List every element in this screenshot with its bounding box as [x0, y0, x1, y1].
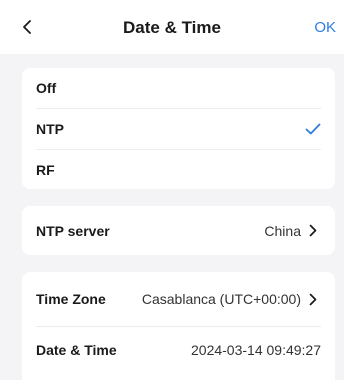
- date-time-settings-screen: Date & Time OK Off NTP RF NTP server Chi…: [0, 0, 344, 380]
- mode-option-label: Off: [36, 80, 57, 96]
- time-zone-value: Casablanca (UTC+00:00): [141, 291, 301, 307]
- ok-button[interactable]: OK: [314, 19, 336, 36]
- mode-option-off[interactable]: Off: [22, 68, 335, 108]
- back-button[interactable]: [14, 14, 40, 40]
- checkmark-icon: [303, 122, 321, 136]
- chevron-right-icon: [309, 224, 321, 238]
- ntp-server-value: China: [264, 222, 301, 239]
- mode-option-rf[interactable]: RF: [22, 150, 335, 189]
- chevron-right-icon: [309, 292, 321, 306]
- date-time-value: 2024-03-14 09:49:27: [191, 342, 321, 358]
- mode-option-ntp[interactable]: NTP: [22, 109, 335, 149]
- page-title: Date & Time: [123, 18, 221, 37]
- date-time-label: Date & Time: [36, 342, 117, 358]
- mode-option-label: RF: [36, 161, 55, 178]
- mode-option-label: NTP: [36, 121, 64, 137]
- time-zone-card: Time Zone Casablanca (UTC+00:00) Date & …: [22, 272, 335, 380]
- time-zone-row[interactable]: Time Zone Casablanca (UTC+00:00): [22, 272, 335, 326]
- time-zone-label: Time Zone: [36, 291, 106, 307]
- ntp-server-label: NTP server: [36, 222, 110, 239]
- top-bar: Date & Time OK: [0, 0, 344, 54]
- chevron-left-icon: [23, 20, 31, 34]
- date-time-row[interactable]: Date & Time 2024-03-14 09:49:27: [22, 327, 335, 373]
- ntp-server-row[interactable]: NTP server China: [22, 206, 335, 255]
- ntp-server-card: NTP server China: [22, 206, 335, 255]
- sync-mode-card: Off NTP RF: [22, 68, 335, 189]
